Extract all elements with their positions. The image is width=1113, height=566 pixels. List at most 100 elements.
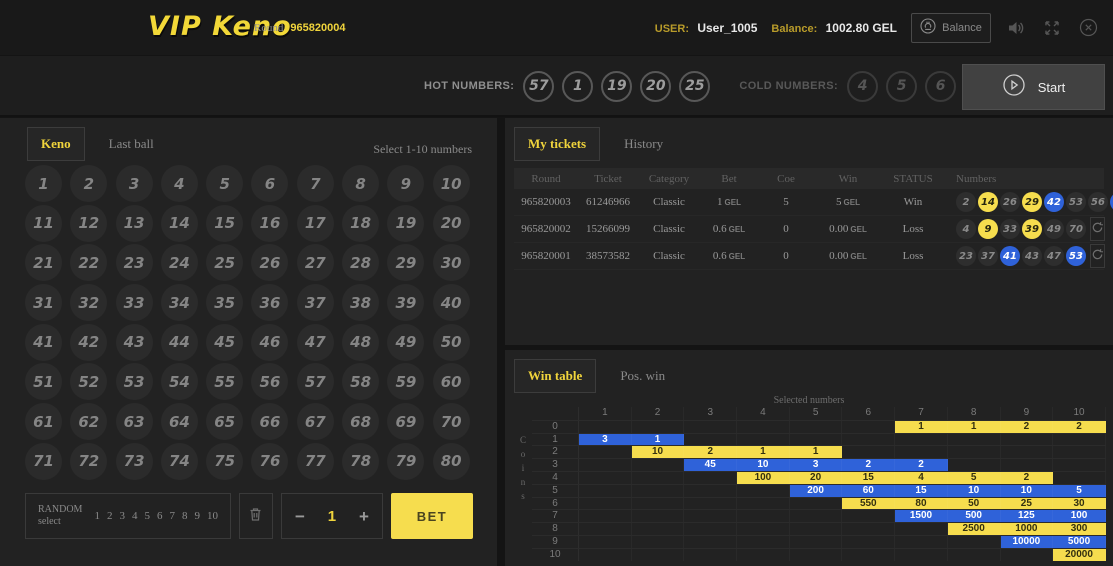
close-icon[interactable] [1077,17,1099,39]
keno-number-52[interactable]: 52 [70,363,107,400]
keno-number-53[interactable]: 53 [116,363,153,400]
random-select-box[interactable]: RANDOM select 12345678910 [25,493,231,539]
keno-number-6[interactable]: 6 [251,165,288,202]
keno-number-75[interactable]: 75 [206,443,243,480]
keno-number-42[interactable]: 42 [70,324,107,361]
keno-number-43[interactable]: 43 [116,324,153,361]
tab-my-tickets[interactable]: My tickets [514,127,600,161]
random-count-9[interactable]: 9 [194,510,200,522]
random-count-8[interactable]: 8 [182,510,188,522]
keno-number-47[interactable]: 47 [297,324,334,361]
keno-number-71[interactable]: 71 [25,443,62,480]
keno-number-35[interactable]: 35 [206,284,243,321]
keno-number-3[interactable]: 3 [116,165,153,202]
keno-number-31[interactable]: 31 [25,284,62,321]
keno-number-62[interactable]: 62 [70,403,107,440]
keno-number-13[interactable]: 13 [116,205,153,242]
fullscreen-icon[interactable] [1041,17,1063,39]
keno-number-78[interactable]: 78 [342,443,379,480]
random-count-2[interactable]: 2 [107,510,113,522]
keno-number-50[interactable]: 50 [433,324,470,361]
keno-number-72[interactable]: 72 [70,443,107,480]
random-count-5[interactable]: 5 [144,510,150,522]
keno-number-65[interactable]: 65 [206,403,243,440]
tab-win-table[interactable]: Win table [514,359,596,393]
increase-bet-button[interactable]: + [359,508,369,525]
start-button[interactable]: Start [962,64,1105,110]
keno-number-49[interactable]: 49 [387,324,424,361]
keno-number-79[interactable]: 79 [387,443,424,480]
keno-number-39[interactable]: 39 [387,284,424,321]
keno-number-61[interactable]: 61 [25,403,62,440]
keno-number-63[interactable]: 63 [116,403,153,440]
keno-number-2[interactable]: 2 [70,165,107,202]
keno-number-21[interactable]: 21 [25,244,62,281]
keno-number-5[interactable]: 5 [206,165,243,202]
keno-number-59[interactable]: 59 [387,363,424,400]
keno-number-45[interactable]: 45 [206,324,243,361]
keno-number-73[interactable]: 73 [116,443,153,480]
keno-number-17[interactable]: 17 [297,205,334,242]
keno-number-74[interactable]: 74 [161,443,198,480]
keno-number-38[interactable]: 38 [342,284,379,321]
keno-number-15[interactable]: 15 [206,205,243,242]
random-count-4[interactable]: 4 [132,510,138,522]
clear-selection-button[interactable] [239,493,273,539]
keno-number-1[interactable]: 1 [25,165,62,202]
keno-number-60[interactable]: 60 [433,363,470,400]
random-count-10[interactable]: 10 [207,510,218,522]
keno-number-69[interactable]: 69 [387,403,424,440]
keno-number-37[interactable]: 37 [297,284,334,321]
keno-number-33[interactable]: 33 [116,284,153,321]
tab-last-ball[interactable]: Last ball [95,127,168,161]
balance-button[interactable]: Balance [911,13,991,43]
keno-number-8[interactable]: 8 [342,165,379,202]
keno-number-11[interactable]: 11 [25,205,62,242]
keno-number-66[interactable]: 66 [251,403,288,440]
random-count-6[interactable]: 6 [157,510,163,522]
keno-number-77[interactable]: 77 [297,443,334,480]
keno-number-24[interactable]: 24 [161,244,198,281]
keno-number-10[interactable]: 10 [433,165,470,202]
keno-number-4[interactable]: 4 [161,165,198,202]
keno-number-57[interactable]: 57 [297,363,334,400]
keno-number-56[interactable]: 56 [251,363,288,400]
keno-number-12[interactable]: 12 [70,205,107,242]
keno-number-28[interactable]: 28 [342,244,379,281]
keno-number-27[interactable]: 27 [297,244,334,281]
sound-icon[interactable] [1005,17,1027,39]
random-count-7[interactable]: 7 [169,510,175,522]
keno-number-46[interactable]: 46 [251,324,288,361]
keno-number-19[interactable]: 19 [387,205,424,242]
keno-number-36[interactable]: 36 [251,284,288,321]
keno-number-40[interactable]: 40 [433,284,470,321]
keno-number-22[interactable]: 22 [70,244,107,281]
keno-number-76[interactable]: 76 [251,443,288,480]
random-count-1[interactable]: 1 [94,510,100,522]
keno-number-68[interactable]: 68 [342,403,379,440]
rebet-button[interactable] [1090,217,1105,241]
keno-number-26[interactable]: 26 [251,244,288,281]
keno-number-32[interactable]: 32 [70,284,107,321]
keno-number-7[interactable]: 7 [297,165,334,202]
keno-number-14[interactable]: 14 [161,205,198,242]
keno-number-9[interactable]: 9 [387,165,424,202]
keno-number-30[interactable]: 30 [433,244,470,281]
random-count-3[interactable]: 3 [119,510,125,522]
keno-number-55[interactable]: 55 [206,363,243,400]
keno-number-20[interactable]: 20 [433,205,470,242]
tab-pos-win[interactable]: Pos. win [606,359,679,393]
keno-number-18[interactable]: 18 [342,205,379,242]
keno-number-67[interactable]: 67 [297,403,334,440]
tab-history[interactable]: History [610,127,677,161]
keno-number-51[interactable]: 51 [25,363,62,400]
keno-number-64[interactable]: 64 [161,403,198,440]
keno-number-48[interactable]: 48 [342,324,379,361]
keno-number-23[interactable]: 23 [116,244,153,281]
keno-number-25[interactable]: 25 [206,244,243,281]
keno-number-16[interactable]: 16 [251,205,288,242]
keno-number-34[interactable]: 34 [161,284,198,321]
keno-number-58[interactable]: 58 [342,363,379,400]
keno-number-29[interactable]: 29 [387,244,424,281]
tab-keno[interactable]: Keno [27,127,85,161]
